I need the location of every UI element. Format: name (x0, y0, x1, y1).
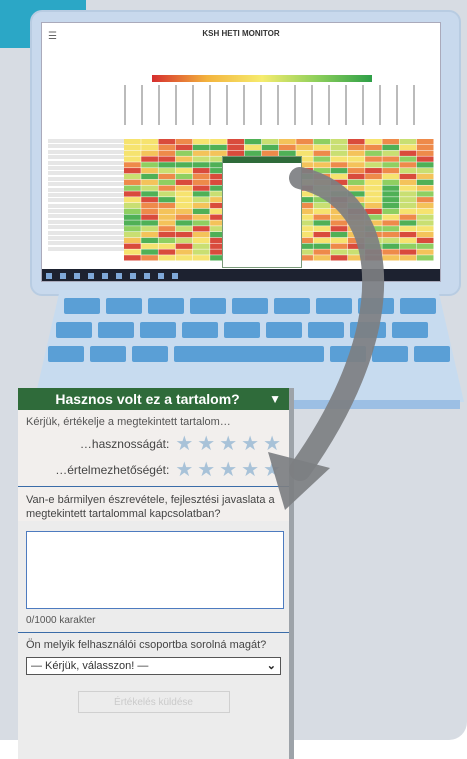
color-scale-bar (152, 75, 372, 82)
star-icon[interactable]: ★ (241, 434, 259, 454)
clarity-stars[interactable]: ★ ★ ★ ★ ★ (175, 460, 281, 480)
comment-textarea[interactable] (26, 531, 284, 609)
chevron-down-icon[interactable]: ⌄ (267, 659, 276, 672)
group-question: Ön melyik felhasználói csoportba sorolná… (26, 639, 267, 651)
usefulness-stars[interactable]: ★ ★ ★ ★ ★ (175, 434, 281, 454)
row-labels (48, 139, 124, 261)
panel-header[interactable]: Hasznos volt ez a tartalom? ▼ (18, 388, 289, 410)
star-icon[interactable]: ★ (175, 460, 193, 480)
star-icon[interactable]: ★ (219, 434, 237, 454)
taskbar (42, 269, 440, 281)
laptop-keyboard (34, 290, 464, 402)
group-select-value: — Kérjük, válasszon! — (31, 660, 149, 672)
star-icon[interactable]: ★ (197, 460, 215, 480)
submit-button[interactable]: Értékelés küldése (77, 691, 230, 713)
star-icon[interactable]: ★ (263, 460, 281, 480)
triangle-down-icon[interactable]: ▼ (269, 392, 281, 406)
feedback-panel: Hasznos volt ez a tartalom? ▼ Kérjük, ér… (18, 388, 294, 759)
usefulness-label: …hasznosságát: (79, 437, 170, 451)
character-counter: 0/1000 karakter (26, 615, 96, 626)
clarity-label: …értelmezhetőségét: (55, 463, 170, 477)
panel-title: Hasznos volt ez a tartalom? (55, 391, 240, 407)
star-icon[interactable]: ★ (175, 434, 193, 454)
group-select[interactable]: — Kérjük, válasszon! — ⌄ (26, 657, 281, 675)
comment-section: Van-e bármilyen észrevétele, fejlesztési… (18, 487, 289, 521)
star-icon[interactable]: ★ (219, 460, 237, 480)
rating-section: Kérjük, értékelje a megtekintett tartalo… (18, 410, 289, 486)
star-icon[interactable]: ★ (263, 434, 281, 454)
rating-intro: Kérjük, értékelje a megtekintett tartalo… (26, 416, 231, 428)
laptop-screen: ☰ KSH HETI MONITOR (41, 22, 441, 282)
star-icon[interactable]: ★ (241, 460, 259, 480)
clarity-rating-row: …értelmezhetőségét: ★ ★ ★ ★ ★ (26, 460, 281, 480)
comment-question: Van-e bármilyen észrevétele, fejlesztési… (26, 494, 275, 520)
screen-title: KSH HETI MONITOR (202, 29, 280, 38)
feedback-popup-mini (222, 156, 302, 268)
column-headers (124, 85, 434, 137)
star-icon[interactable]: ★ (197, 434, 215, 454)
usefulness-rating-row: …hasznosságát: ★ ★ ★ ★ ★ (26, 434, 281, 454)
